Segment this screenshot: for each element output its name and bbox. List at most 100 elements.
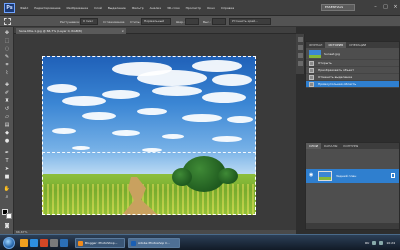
zoom-tool-icon[interactable]: ⌕ (3, 195, 11, 200)
menu-item-3d[interactable]: 3D-слои (167, 6, 180, 10)
hand-tool-icon[interactable]: ✋ (3, 187, 11, 192)
feather-input[interactable]: 0 пикс (80, 18, 98, 25)
maximize-icon[interactable]: □ (382, 4, 389, 11)
quick-mask-icon[interactable]: ◙ (3, 224, 11, 229)
options-bar: Растушевка: 0 пикс Сглаживание Стиль: Но… (0, 16, 400, 27)
history-snapshot[interactable]: Sunset.jpg (306, 48, 399, 60)
browser-icon[interactable] (30, 239, 38, 247)
gradient-tool-icon[interactable]: ▤ (3, 123, 11, 128)
menu-bar: Ps Файл Редактирование Изображение Слой … (0, 0, 400, 16)
photoshop-icon (131, 241, 136, 246)
menu-item-help[interactable]: Справка (221, 6, 234, 10)
healing-brush-tool-icon[interactable]: ✚ (3, 83, 11, 88)
width-label: Шир.: (176, 20, 186, 24)
swatches-panel-icon[interactable] (298, 45, 303, 50)
document-tab-bar: Sans-title-1.jpg @ 66,7% (Layer 0, RGB/8… (14, 27, 296, 34)
taskbar-item-blogger[interactable]: Blogger: PhotoShop... (75, 238, 125, 248)
move-tool-icon[interactable]: ✥ (3, 31, 11, 36)
type-tool-icon[interactable]: T (3, 159, 11, 164)
tab-channels[interactable]: КАНАЛЫ (321, 143, 340, 149)
path-selection-tool-icon[interactable]: ➤ (3, 167, 11, 172)
taskbar-item-photoshop[interactable]: Adobe Photoshop C... (128, 238, 180, 248)
menu-item-filter[interactable]: Фильтр (132, 6, 144, 10)
explorer-icon[interactable] (20, 239, 28, 247)
document-tab-title: Sans-title-1.jpg @ 66,7% (Layer 0, RGB/8… (19, 29, 82, 33)
clock[interactable]: 10:24 (386, 241, 395, 245)
taskbar-item-label: Blogger: PhotoShop... (85, 241, 118, 245)
history-step[interactable]: Преобразовать объект (306, 67, 399, 74)
antialias-checkbox[interactable]: Сглаживание (103, 20, 124, 24)
eraser-tool-icon[interactable]: ▱ (3, 115, 11, 120)
quick-select-tool-icon[interactable]: ✎ (3, 55, 11, 60)
history-step-label: Преобразовать объект (318, 68, 355, 72)
quicklaunch-photoshop-icon[interactable] (60, 239, 68, 247)
color-panel-icon[interactable] (298, 37, 303, 42)
lasso-tool-icon[interactable]: ◌ (3, 47, 11, 52)
style-select[interactable]: Нормальный (141, 18, 171, 25)
volume-icon[interactable] (379, 241, 384, 245)
shape-tool-icon[interactable]: ■ (3, 175, 11, 180)
folder-icon[interactable] (50, 239, 58, 247)
workspace-switcher[interactable]: ESSENTIALS (321, 4, 355, 11)
brush-tool-icon[interactable]: ✐ (3, 91, 11, 96)
marquee-tool-icon[interactable]: ⬚ (3, 39, 11, 44)
transform-step-icon (309, 68, 314, 73)
blogger-icon (78, 241, 83, 246)
history-step[interactable]: Отменить выделение (306, 74, 399, 81)
history-step-selected[interactable]: Прямоугольная область (306, 81, 399, 88)
windows-taskbar: Blogger: PhotoShop... Adobe Photoshop C.… (0, 234, 400, 250)
window-controls: – □ × (372, 4, 399, 11)
layers-panel-tabs: СЛОИ КАНАЛЫ КОНТУРЫ (306, 143, 399, 149)
layers-panel-footer (306, 223, 399, 229)
layer-row[interactable]: ◉ Задний план (306, 169, 399, 183)
snapshot-thumbnail (309, 50, 321, 58)
menu-item-edit[interactable]: Редактирование (34, 6, 60, 10)
menu-item-file[interactable]: Файл (20, 6, 28, 10)
menu-item-window[interactable]: Окно (207, 6, 215, 10)
open-step-icon (309, 61, 314, 66)
landscape-photo[interactable] (42, 56, 256, 215)
eyedropper-tool-icon[interactable]: ⌇ (3, 71, 11, 76)
main-menu: Файл Редактирование Изображение Слой Выд… (20, 6, 234, 10)
deselect-step-icon (309, 75, 314, 80)
history-step[interactable]: Открыть (306, 60, 399, 67)
menu-item-view[interactable]: Просмотр (186, 6, 201, 10)
canvas-area[interactable] (14, 34, 296, 230)
snapshot-name: Sunset.jpg (324, 52, 340, 56)
start-button[interactable] (3, 237, 15, 249)
visibility-eye-icon[interactable]: ◉ (309, 173, 313, 178)
history-brush-tool-icon[interactable]: ↺ (3, 107, 11, 112)
photoshop-logo-icon[interactable]: Ps (4, 3, 15, 13)
menu-item-layer[interactable]: Слой (94, 6, 102, 10)
menu-item-select[interactable]: Выделение (108, 6, 126, 10)
blur-tool-icon[interactable]: ◆ (3, 131, 11, 136)
crop-tool-icon[interactable]: ⌗ (3, 63, 11, 68)
menu-item-analysis[interactable]: Анализ (150, 6, 161, 10)
collapsed-panel-strip (296, 34, 305, 74)
language-indicator[interactable]: RU (365, 241, 369, 245)
rectangular-marquee-icon[interactable] (4, 18, 11, 25)
tab-paths[interactable]: КОНТУРЫ (340, 143, 361, 149)
minimize-icon[interactable]: – (372, 4, 379, 11)
media-icon[interactable] (40, 239, 48, 247)
clone-stamp-tool-icon[interactable]: ♜ (3, 99, 11, 104)
menu-item-image[interactable]: Изображение (66, 6, 88, 10)
history-step-label: Отменить выделение (318, 75, 353, 79)
history-step-label: Открыть (318, 61, 332, 65)
height-input[interactable] (212, 18, 226, 25)
refine-edge-button[interactable]: Уточнить край... (229, 18, 271, 25)
dodge-tool-icon[interactable]: ● (3, 139, 11, 144)
layer-thumbnail (318, 171, 332, 181)
background-color-swatch[interactable] (6, 213, 12, 219)
tab-layers[interactable]: СЛОИ (306, 143, 321, 149)
style-label: Стиль: (130, 20, 141, 24)
close-icon[interactable]: × (392, 4, 399, 11)
adjustments-panel-icon[interactable] (298, 53, 303, 58)
taskbar-item-label: Adobe Photoshop C... (138, 241, 171, 245)
pen-tool-icon[interactable]: ✒ (3, 151, 11, 156)
layers-panel: СЛОИ КАНАЛЫ КОНТУРЫ ◉ Задний план (305, 142, 400, 230)
network-icon[interactable] (372, 241, 377, 245)
width-input[interactable] (185, 18, 199, 25)
height-label: Выс.: (203, 20, 212, 24)
masks-panel-icon[interactable] (298, 61, 303, 66)
